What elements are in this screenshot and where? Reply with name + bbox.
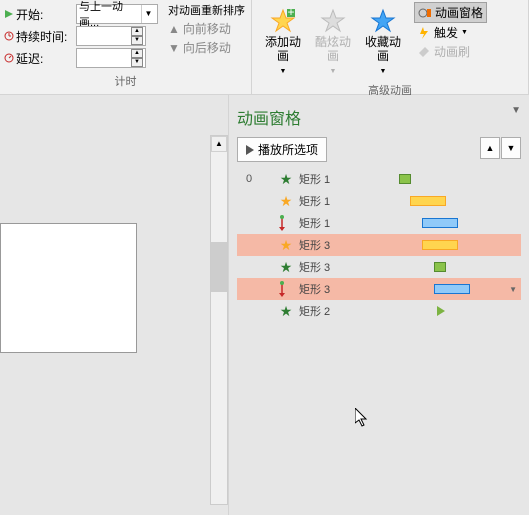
pane-title: 动画窗格	[237, 105, 521, 129]
animation-label: 矩形 2	[299, 303, 330, 319]
pane-move-up-button[interactable]: ▲	[480, 137, 500, 159]
chevron-down-icon[interactable]: ▼	[141, 5, 155, 23]
animation-item[interactable]: 矩形 1	[237, 212, 521, 234]
animation-label: 矩形 1	[299, 171, 330, 187]
spinner-down[interactable]: ▼	[131, 58, 143, 67]
duration-input[interactable]: ▲▼	[76, 26, 146, 46]
favorite-animation-button[interactable]: 收藏动画▼	[358, 4, 408, 80]
scroll-thumb[interactable]	[211, 242, 227, 292]
timing-group-label: 计时	[4, 73, 247, 92]
animation-number: 0	[239, 173, 259, 185]
item-menu-button[interactable]: ▼	[509, 285, 517, 294]
pane-icon	[418, 6, 432, 20]
add-animation-icon: +	[269, 7, 297, 35]
motion-path-icon	[277, 281, 295, 297]
timeline-bar[interactable]	[422, 240, 458, 250]
timing-group: 开始: 与上一动画... ▼ 持续时间: ▲▼	[0, 0, 252, 94]
move-earlier-button: ▲ 向前移动	[168, 20, 245, 37]
start-dropdown[interactable]: 与上一动画... ▼	[76, 4, 158, 24]
slide-area: ▲	[0, 95, 228, 515]
ribbon: 开始: 与上一动画... ▼ 持续时间: ▲▼	[0, 0, 529, 95]
add-animation-button[interactable]: + 添加动画▼	[258, 4, 308, 80]
timeline-bar[interactable]	[422, 218, 458, 228]
animation-item[interactable]: 0 ★矩形 1	[237, 168, 521, 190]
star-icon: ★	[277, 171, 295, 188]
reorder-title: 对动画重新排序	[168, 2, 245, 18]
animation-item[interactable]: 矩形 3 ▼	[237, 278, 521, 300]
content-area: ▲ 动画窗格 ▼ 播放所选项 ▲ ▼ 0★矩形 1★矩形 1矩形 1★矩形 3★…	[0, 95, 529, 515]
animation-label: 矩形 1	[299, 215, 330, 231]
delay-input[interactable]: ▲▼	[76, 48, 146, 68]
spinner-down[interactable]: ▼	[131, 36, 143, 45]
advanced-group: + 添加动画▼ 酷炫动画▼ 收藏动画▼ 动画窗格	[252, 0, 529, 94]
start-label: 开始:	[4, 6, 76, 23]
play-icon	[4, 9, 14, 19]
svg-text:+: +	[287, 7, 294, 19]
motion-path-icon	[277, 215, 295, 231]
star-icon: ★	[277, 303, 295, 320]
delay-label: 延迟:	[4, 50, 76, 67]
arrow-down-icon: ▼	[168, 41, 180, 55]
favorite-icon	[369, 7, 397, 35]
play-icon	[246, 145, 254, 155]
play-selected-button[interactable]: 播放所选项	[237, 137, 327, 162]
animation-label: 矩形 1	[299, 193, 330, 209]
star-icon: ★	[277, 237, 295, 254]
timeline-bar[interactable]	[399, 174, 411, 184]
move-later-button: ▼ 向后移动	[168, 39, 245, 56]
slide-canvas[interactable]	[0, 223, 137, 353]
timeline-bar[interactable]	[434, 262, 446, 272]
spinner-up[interactable]: ▲	[131, 49, 143, 58]
animation-painter-button: 动画刷	[414, 42, 487, 61]
cool-animation-button: 酷炫动画▼	[308, 4, 358, 80]
trigger-icon	[417, 26, 431, 40]
animation-label: 矩形 3	[299, 237, 330, 253]
vertical-scrollbar[interactable]: ▲	[210, 135, 228, 505]
pane-menu-button[interactable]: ▼	[511, 105, 521, 116]
animation-item[interactable]: ★矩形 1	[237, 190, 521, 212]
timeline-bar[interactable]	[410, 196, 446, 206]
cool-animation-icon	[319, 7, 347, 35]
painter-icon	[417, 45, 431, 59]
duration-label: 持续时间:	[4, 28, 76, 45]
animation-label: 矩形 3	[299, 259, 330, 275]
spinner-up[interactable]: ▲	[131, 27, 143, 36]
star-icon: ★	[277, 259, 295, 276]
trigger-button[interactable]: 触发 ▼	[414, 23, 487, 42]
arrow-up-icon: ▲	[168, 22, 180, 36]
animation-pane: 动画窗格 ▼ 播放所选项 ▲ ▼ 0★矩形 1★矩形 1矩形 1★矩形 3★矩形…	[228, 95, 529, 515]
animation-item[interactable]: ★矩形 3	[237, 256, 521, 278]
delay-icon	[4, 53, 14, 63]
animation-item[interactable]: ★矩形 3	[237, 234, 521, 256]
animation-label: 矩形 3	[299, 281, 330, 297]
animation-list: 0★矩形 1★矩形 1矩形 1★矩形 3★矩形 3矩形 3▼★矩形 2	[237, 168, 521, 322]
play-indicator-icon	[437, 306, 445, 316]
animation-pane-button[interactable]: 动画窗格	[414, 2, 487, 23]
star-icon: ★	[277, 193, 295, 210]
pane-move-down-button[interactable]: ▼	[501, 137, 521, 159]
timeline-bar[interactable]	[434, 284, 470, 294]
scroll-up-button[interactable]: ▲	[211, 136, 227, 152]
animation-item[interactable]: ★矩形 2	[237, 300, 521, 322]
clock-icon	[4, 31, 14, 41]
